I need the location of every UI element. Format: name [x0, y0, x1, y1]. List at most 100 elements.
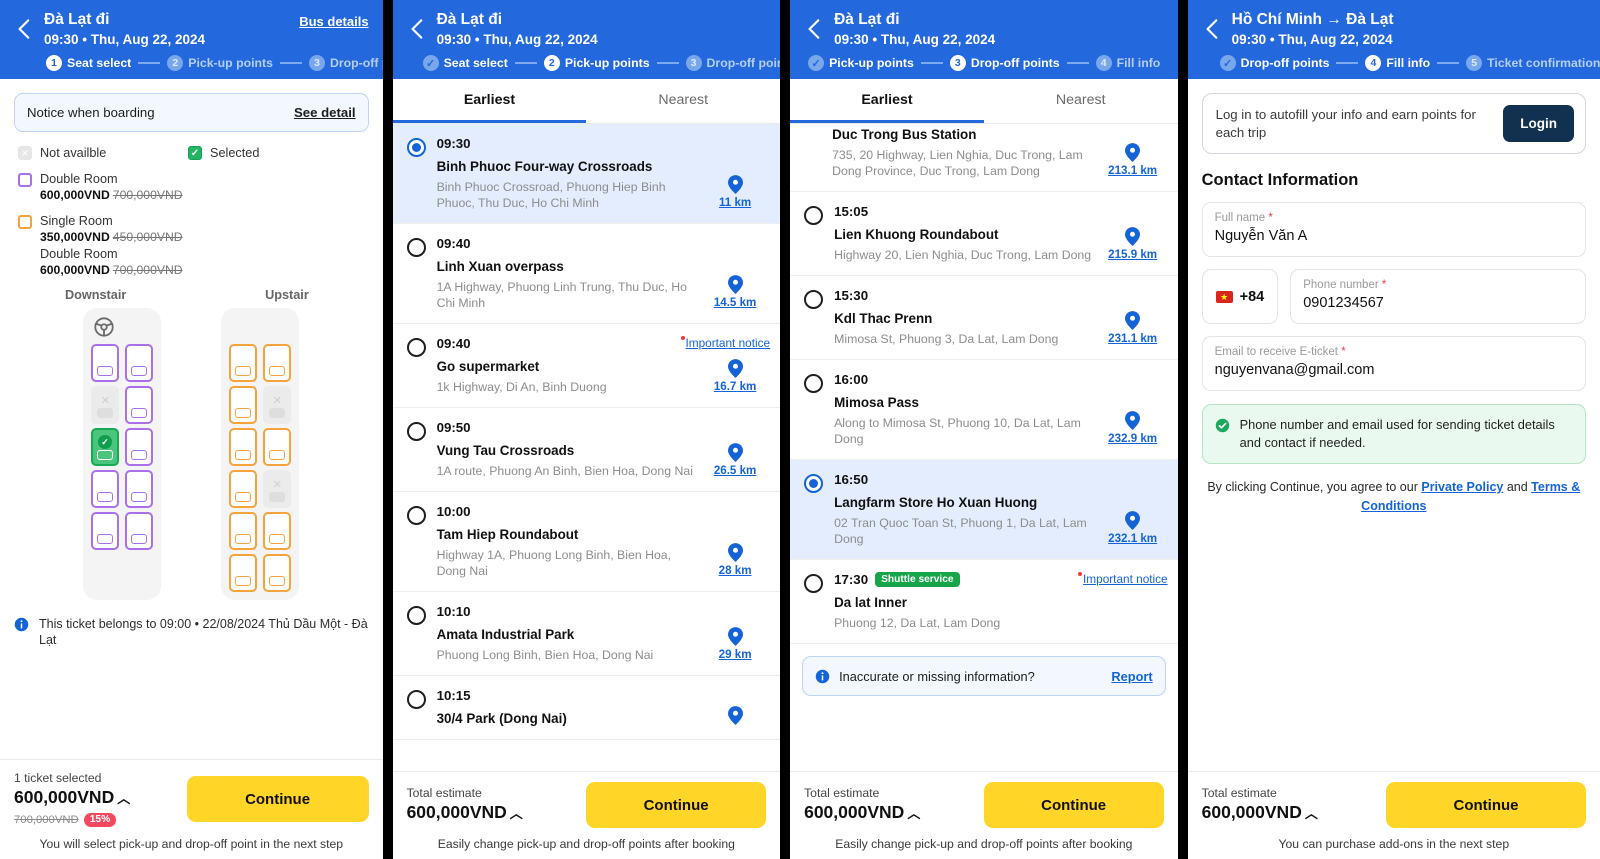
private-policy-link[interactable]: Private Policy [1421, 480, 1503, 494]
back-arrow-icon[interactable] [1200, 16, 1226, 42]
seat[interactable] [125, 428, 154, 466]
map-pin-icon[interactable] [727, 543, 743, 562]
chevron-up-icon[interactable]: ︿ [907, 806, 920, 821]
seat[interactable] [125, 470, 154, 508]
seat[interactable] [91, 344, 120, 382]
map-pin-icon[interactable] [1125, 143, 1141, 162]
tab-nearest[interactable]: Nearest [586, 79, 780, 123]
map-pin-icon[interactable] [727, 359, 743, 378]
stop-radio[interactable] [406, 238, 426, 257]
boarding-notice-box[interactable]: Notice when boarding See detail [14, 93, 369, 132]
seat[interactable] [263, 512, 292, 550]
stop-distance[interactable]: 213.1 km [1108, 164, 1157, 177]
seat[interactable] [229, 428, 258, 466]
list-item[interactable]: 09:40 Go supermarket 1k Highway, Di An, … [392, 324, 781, 408]
continue-button[interactable]: Continue [586, 782, 767, 828]
step-fill-info[interactable]: 4 Fill info [1095, 55, 1160, 71]
seat[interactable] [125, 512, 154, 550]
report-link[interactable]: Report [1111, 669, 1152, 684]
total-price[interactable]: 600,000VND ︿ [1202, 801, 1318, 825]
list-item[interactable]: 10:00 Tam Hiep Roundabout Highway 1A, Ph… [392, 492, 781, 592]
stop-radio[interactable] [406, 606, 426, 625]
full-name-value[interactable]: Nguyễn Văn A [1215, 226, 1573, 247]
total-price[interactable]: 600,000VND ︿ [407, 801, 523, 825]
stop-radio[interactable] [406, 138, 426, 157]
map-pin-icon[interactable] [727, 627, 743, 646]
email-field[interactable]: Email to receive E-ticket * nguyenvana@g… [1201, 336, 1586, 391]
list-item[interactable]: 09:50 Vung Tau Crossroads 1A route, Phuo… [392, 408, 781, 492]
stop-radio[interactable] [804, 374, 824, 393]
map-pin-icon[interactable] [727, 443, 743, 462]
back-arrow-icon[interactable] [12, 16, 38, 42]
seat[interactable] [229, 386, 258, 424]
stop-distance[interactable]: 29 km [719, 648, 752, 661]
continue-button[interactable]: Continue [186, 776, 369, 822]
step-seat-select[interactable]: ✓ Seat select [422, 55, 508, 71]
map-pin-icon[interactable] [1125, 311, 1141, 330]
stop-distance[interactable]: 28 km [719, 564, 752, 577]
continue-button[interactable]: Continue [1386, 782, 1586, 828]
map-pin-icon[interactable] [1125, 227, 1141, 246]
map-pin-icon[interactable] [1125, 511, 1141, 530]
total-price[interactable]: 600,000VND ︿ [804, 801, 920, 825]
login-button[interactable]: Login [1503, 105, 1574, 142]
dropoff-stop-list[interactable]: Duc Trong Bus Station 735, 20 Highway, L… [790, 124, 1178, 771]
back-arrow-icon[interactable] [802, 16, 828, 42]
seat-selected[interactable]: ✓ [91, 428, 120, 466]
seat[interactable] [229, 470, 258, 508]
stop-radio[interactable] [804, 474, 824, 493]
stop-distance[interactable]: 16.7 km [714, 380, 757, 393]
stop-distance[interactable]: 232.1 km [1108, 532, 1157, 545]
seat[interactable] [229, 344, 258, 382]
seat[interactable] [91, 512, 120, 550]
tab-earliest[interactable]: Earliest [790, 79, 984, 123]
list-item[interactable]: Duc Trong Bus Station 735, 20 Highway, L… [790, 124, 1178, 192]
step-pickup-points[interactable]: ✓ Pick-up points [808, 55, 914, 71]
step-dropoff-points[interactable]: 3 Drop-off points [685, 55, 780, 71]
step-dropoff-points[interactable]: 3 Drop-off points [308, 55, 383, 71]
step-ticket-confirmation[interactable]: 5 Ticket confirmation [1466, 55, 1600, 71]
see-detail-link[interactable]: See detail [294, 105, 356, 120]
seat[interactable] [91, 470, 120, 508]
stop-radio[interactable] [406, 690, 426, 709]
step-pickup-points[interactable]: 2 Pick-up points [543, 55, 650, 71]
step-pickup-points[interactable]: 2 Pick-up points [167, 55, 273, 71]
list-item[interactable]: 17:30 Shuttle service Da lat Inner Phuon… [790, 560, 1178, 644]
stop-distance[interactable]: 232.9 km [1108, 432, 1157, 445]
chevron-up-icon[interactable]: ︿ [117, 791, 130, 806]
important-notice-link[interactable]: Important notice [680, 336, 770, 350]
chevron-up-icon[interactable]: ︿ [1305, 806, 1318, 821]
stop-radio[interactable] [406, 506, 426, 525]
map-pin-icon[interactable] [727, 275, 743, 294]
bus-details-link[interactable]: Bus details [299, 14, 368, 29]
seat[interactable] [125, 386, 154, 424]
stop-radio[interactable] [406, 338, 426, 357]
seat[interactable] [125, 344, 154, 382]
step-seat-select[interactable]: 1 Seat select [46, 55, 131, 71]
map-pin-icon[interactable] [727, 175, 743, 194]
list-item[interactable]: 15:30 Kdl Thac Prenn Mimosa St, Phuong 3… [790, 276, 1178, 360]
phone-value[interactable]: 0901234567 [1303, 293, 1573, 314]
total-price[interactable]: 600,000VND ︿ [14, 786, 130, 810]
tab-nearest[interactable]: Nearest [984, 79, 1178, 123]
step-dropoff-points[interactable]: ✓ Drop-off points [1219, 55, 1329, 71]
seat[interactable] [229, 554, 258, 592]
seat[interactable] [263, 554, 292, 592]
seat[interactable] [263, 344, 292, 382]
back-arrow-icon[interactable] [405, 16, 431, 42]
stop-radio[interactable] [804, 206, 824, 225]
list-item[interactable]: 10:10 Amata Industrial Park Phuong Long … [392, 592, 781, 676]
step-fill-info[interactable]: 4 Fill info [1365, 55, 1430, 71]
map-pin-icon[interactable] [1125, 411, 1141, 430]
list-item[interactable]: 16:50 Langfarm Store Ho Xuan Huong 02 Tr… [790, 460, 1178, 560]
tab-earliest[interactable]: Earliest [392, 79, 587, 123]
country-code-select[interactable]: +84 [1201, 269, 1279, 324]
seat[interactable] [229, 512, 258, 550]
stop-distance[interactable]: 11 km [719, 196, 751, 209]
chevron-up-icon[interactable]: ︿ [510, 806, 523, 821]
seat[interactable] [263, 428, 292, 466]
stop-radio[interactable] [804, 290, 824, 309]
stop-distance[interactable]: 26.5 km [714, 464, 757, 477]
stop-distance[interactable]: 231.1 km [1108, 332, 1157, 345]
full-name-field[interactable]: Full name * Nguyễn Văn A [1201, 202, 1586, 257]
